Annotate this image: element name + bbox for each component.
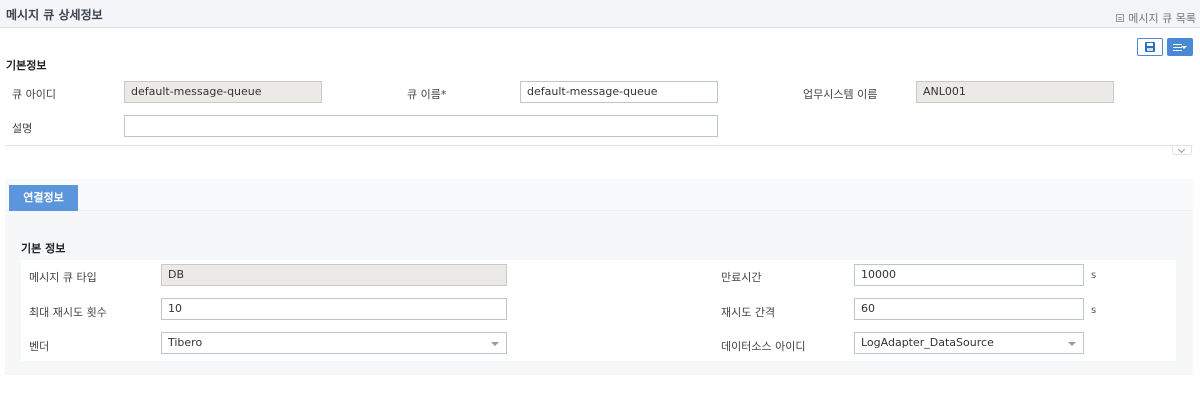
list-icon: [1116, 14, 1125, 22]
queue-name-field[interactable]: default-message-queue: [520, 81, 718, 103]
expire-time-field[interactable]: 10000: [854, 264, 1084, 286]
expire-time-unit: s: [1091, 270, 1097, 281]
page-title: 메시지 큐 상세정보: [6, 8, 103, 22]
retry-interval-field[interactable]: 60: [854, 298, 1084, 320]
queue-type-field: DB: [161, 264, 507, 286]
chevron-down-icon: [1177, 145, 1186, 154]
description-label: 설명: [12, 122, 33, 135]
datasource-id-select[interactable]: LogAdapter_DataSource: [854, 332, 1084, 354]
dropdown-arrow-icon: [1068, 342, 1076, 346]
connection-panel: 연결정보 기본 정보 메시지 큐 타입 DB 최대 재시도 횟수 10 벤더 T…: [5, 179, 1193, 375]
queue-id-label: 큐 아이디: [12, 88, 56, 101]
description-field[interactable]: [124, 115, 718, 137]
vendor-label: 벤더: [29, 340, 50, 353]
save-button[interactable]: [1137, 38, 1163, 56]
breadcrumb-link[interactable]: 메시지 큐 목록: [1116, 10, 1196, 26]
vendor-select-value: Tibero: [168, 336, 203, 349]
queue-id-field: default-message-queue: [124, 81, 322, 103]
caret-down-icon: [1181, 46, 1187, 49]
collapse-toggle[interactable]: [1172, 145, 1192, 155]
page-header: 메시지 큐 상세정보 메시지 큐 목록: [0, 0, 1200, 28]
datasource-id-value: LogAdapter_DataSource: [861, 336, 994, 349]
queue-name-label: 큐 이름*: [407, 88, 447, 101]
dropdown-arrow-icon: [491, 342, 499, 346]
basic-info-title: 기본정보: [6, 59, 47, 72]
tab-connection-info[interactable]: 연결정보: [9, 185, 78, 211]
max-retry-field[interactable]: 10: [161, 298, 507, 320]
max-retry-label: 최대 재시도 횟수: [29, 306, 107, 319]
retry-interval-label: 재시도 간격: [721, 306, 776, 319]
connection-form: 메시지 큐 타입 DB 최대 재시도 횟수 10 벤더 Tibero 만료시간 …: [21, 260, 1176, 361]
queue-type-label: 메시지 큐 타입: [29, 271, 97, 284]
tab-strip: 연결정보: [5, 179, 1193, 211]
datasource-id-label: 데이터소스 아이디: [721, 340, 806, 353]
retry-interval-unit: s: [1091, 305, 1097, 316]
system-name-label: 업무시스템 이름: [803, 88, 878, 101]
system-name-field: ANL001: [916, 81, 1114, 103]
vendor-select[interactable]: Tibero: [161, 332, 507, 354]
connection-basic-title: 기본 정보: [21, 242, 66, 255]
expire-time-label: 만료시간: [721, 271, 762, 284]
floppy-disk-icon: [1145, 42, 1155, 52]
section-divider: [5, 145, 1193, 146]
breadcrumb-label[interactable]: 메시지 큐 목록: [1128, 10, 1196, 26]
more-menu-button[interactable]: [1167, 38, 1193, 56]
